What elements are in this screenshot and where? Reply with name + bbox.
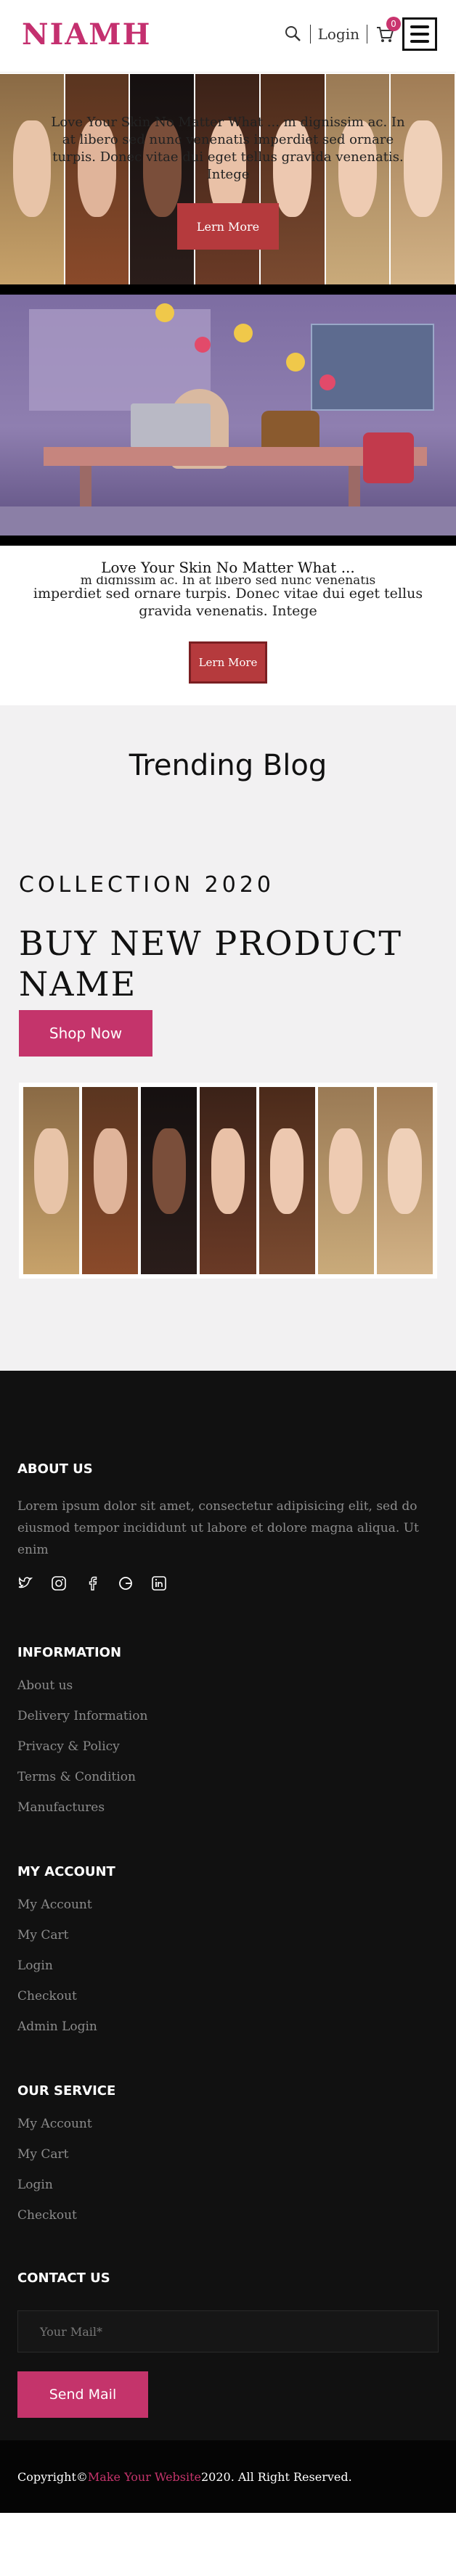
menu-line-icon xyxy=(410,25,429,28)
collection-gallery-image xyxy=(19,1083,437,1279)
footer-our-service: OUR SERVICE My Account My Cart Login Che… xyxy=(17,2083,439,2231)
emoji-icon xyxy=(234,324,253,342)
footer-service-title: OUR SERVICE xyxy=(17,2083,116,2099)
footer-link-my-account[interactable]: My Account xyxy=(17,2109,439,2139)
footer-link-privacy-policy[interactable]: Privacy & Policy xyxy=(17,1731,439,1762)
hero-text: Love Your Skin No Matter What ... m dign… xyxy=(51,115,405,182)
model-strip xyxy=(258,1087,318,1274)
account-links: My Account My Cart Login Checkout Admin … xyxy=(17,1890,439,2042)
footer-link-checkout[interactable]: Checkout xyxy=(17,2200,439,2231)
service-links: My Account My Cart Login Checkout xyxy=(17,2109,439,2231)
footer-about-text: Lorem ipsum dolor sit amet, consectetur … xyxy=(17,1499,419,1557)
copyright-brand-link[interactable]: Make Your Website xyxy=(88,2470,201,2484)
hero2-body: imperdiet sed ornare turpis. Donec vitae… xyxy=(33,586,423,619)
footer-link-checkout[interactable]: Checkout xyxy=(17,1981,439,2011)
model-strip xyxy=(141,1087,200,1274)
laptop-graphic xyxy=(131,403,211,448)
collection-kicker: COLLECTION 2020 xyxy=(19,872,275,898)
hero2-learn-more-button[interactable]: Lern More xyxy=(189,641,267,684)
email-field[interactable]: Your Mail* xyxy=(17,2310,439,2353)
floor-graphic xyxy=(0,506,456,536)
footer-link-login[interactable]: Login xyxy=(17,2170,439,2200)
header-nav: Login 0 xyxy=(284,17,437,51)
copyright-suffix: 2020. All Right Reserved. xyxy=(201,2469,352,2484)
footer-link-login[interactable]: Login xyxy=(17,1951,439,1981)
hamburger-menu-button[interactable] xyxy=(402,17,437,51)
site-logo[interactable]: NIAMH xyxy=(22,17,151,52)
footer-link-terms-condition[interactable]: Terms & Condition xyxy=(17,1762,439,1792)
collection-title: BUY NEW PRODUCT NAME xyxy=(19,924,403,1004)
footer-contact-title: CONTACT US xyxy=(17,2271,110,2286)
site-footer: ABOUT US Lorem ipsum dolor sit amet, con… xyxy=(0,1371,456,2513)
footer-link-my-account[interactable]: My Account xyxy=(17,1890,439,1920)
twitter-icon[interactable] xyxy=(17,1575,33,1591)
model-strip xyxy=(23,1087,83,1274)
footer-link-my-cart[interactable]: My Cart xyxy=(17,1920,439,1951)
cart-button[interactable]: 0 xyxy=(375,17,401,44)
screen-graphic xyxy=(311,324,434,411)
divider-bar xyxy=(0,536,456,546)
heart-icon xyxy=(195,337,211,353)
emoji-icon xyxy=(155,303,174,322)
shop-now-button[interactable]: Shop Now xyxy=(19,1010,152,1057)
footer-about: ABOUT US Lorem ipsum dolor sit amet, con… xyxy=(17,1461,439,1591)
chair-graphic xyxy=(363,432,414,483)
instagram-icon[interactable] xyxy=(51,1575,67,1591)
trending-blog-title: Trending Blog xyxy=(129,749,327,782)
send-mail-button[interactable]: Send Mail xyxy=(17,2371,148,2418)
facebook-icon[interactable] xyxy=(84,1575,100,1591)
copyright-bar: Copyright© Make Your Website 2020. All R… xyxy=(0,2440,456,2513)
login-link[interactable]: Login xyxy=(318,25,359,43)
emoji-icon xyxy=(286,353,305,372)
model-strip xyxy=(317,1087,377,1274)
hero-banner: Love Your Skin No Matter What ... m dign… xyxy=(0,74,456,284)
model-strip xyxy=(82,1087,142,1274)
divider-bar xyxy=(0,284,456,295)
google-icon[interactable] xyxy=(118,1575,134,1591)
heart-icon xyxy=(319,374,335,390)
menu-line-icon xyxy=(410,33,429,36)
hero-learn-more-button[interactable]: Lern More xyxy=(177,203,279,250)
footer-information: INFORMATION About us Delivery Informatio… xyxy=(17,1645,439,1823)
hero2-body-partial: m dignissim ac. In at libero sed nunc ve… xyxy=(80,576,376,585)
footer-contact: CONTACT US Your Mail* Send Mail xyxy=(17,2271,439,2418)
footer-my-account: MY ACCOUNT My Account My Cart Login Chec… xyxy=(17,1864,439,2042)
cart-count-badge: 0 xyxy=(386,17,401,31)
footer-link-admin-login[interactable]: Admin Login xyxy=(17,2011,439,2042)
footer-link-my-cart[interactable]: My Cart xyxy=(17,2139,439,2170)
hero2-title: Love Your Skin No Matter What ... xyxy=(101,559,355,576)
footer-link-manufactures[interactable]: Manufactures xyxy=(17,1792,439,1823)
handbag-graphic xyxy=(261,411,319,450)
linkedin-icon[interactable] xyxy=(151,1575,167,1591)
menu-line-icon xyxy=(410,40,429,43)
search-icon[interactable] xyxy=(284,25,303,44)
footer-link-about-us[interactable]: About us xyxy=(17,1670,439,1701)
office-scene-image xyxy=(0,295,456,536)
footer-link-delivery-information[interactable]: Delivery Information xyxy=(17,1701,439,1731)
model-strip xyxy=(200,1087,259,1274)
footer-account-title: MY ACCOUNT xyxy=(17,1864,115,1879)
model-strip xyxy=(376,1087,433,1274)
footer-about-title: ABOUT US xyxy=(17,1461,93,1477)
footer-information-title: INFORMATION xyxy=(17,1645,122,1660)
information-links: About us Delivery Information Privacy & … xyxy=(17,1670,439,1823)
site-header: NIAMH Login 0 xyxy=(0,0,456,73)
nav-separator xyxy=(309,25,311,44)
social-links xyxy=(17,1575,439,1591)
collection-section: Trending Blog COLLECTION 2020 BUY NEW PR… xyxy=(0,705,456,1371)
copyright-prefix: Copyright© xyxy=(17,2469,88,2484)
hero2-caption: Love Your Skin No Matter What ... m dign… xyxy=(0,546,456,705)
